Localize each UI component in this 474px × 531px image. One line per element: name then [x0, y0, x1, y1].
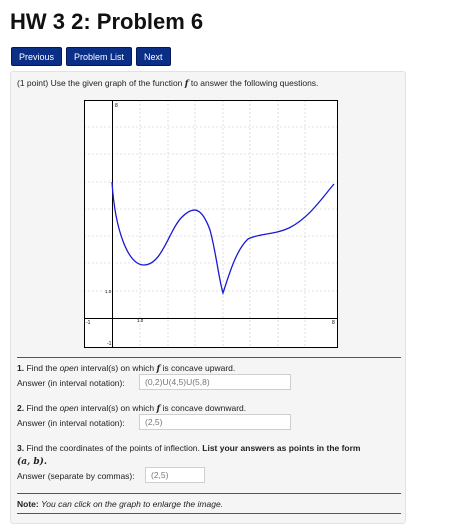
question-2-number: 2. [17, 403, 25, 413]
y-mid-tick-label: 1.0 [105, 289, 112, 294]
note: Note: You can click on the graph to enla… [17, 499, 223, 509]
page-title: HW 3 2: Problem 6 [10, 9, 204, 34]
question-2-text-middle: interval(s) on which [80, 403, 155, 413]
x-mid-tick-label: 1.0 [137, 318, 144, 323]
answer-1-input[interactable]: (0,2)U(4,5)U(5,8) [139, 374, 291, 390]
question-1-emph: open [59, 363, 79, 373]
intro-text-before: Use the given graph of the function [50, 78, 183, 88]
graph-grid [84, 100, 338, 348]
question-3-text-plain: Find the coordinates of the points of in… [26, 443, 200, 453]
question-3-text-bold: List your answers as points in the form [202, 443, 361, 453]
answer-3-input[interactable]: (2,5) [145, 467, 205, 483]
answer-2-label: Answer (in interval notation): [17, 418, 125, 428]
question-2-text-after: is concave downward. [162, 403, 247, 413]
problem-list-button[interactable]: Problem List [66, 47, 133, 66]
graph-border [84, 100, 338, 348]
answer-2-input[interactable]: (2,5) [139, 414, 291, 430]
question-1-text-before: Find the [26, 363, 58, 373]
intro-text-after: to answer the following questions. [190, 78, 319, 88]
question-2: 2. Find the open interval(s) on which f … [17, 403, 246, 414]
question-3-number: 3. [17, 443, 25, 453]
answer-1-label: Answer (in interval notation): [17, 378, 125, 388]
question-3-math: (a, b). [17, 457, 48, 467]
question-2-text-before: Find the [26, 403, 58, 413]
question-1-number: 1. [17, 363, 25, 373]
note-text: You can click on the graph to enlarge th… [41, 499, 224, 509]
y-bottom-tick-label: -1 [107, 341, 112, 347]
problem-nav: Previous Problem List Next [11, 47, 171, 66]
question-1: 1. Find the open interval(s) on which f … [17, 363, 235, 374]
question-3-math-line: (a, b). [17, 456, 47, 467]
problem-intro: (1 point) Use the given graph of the fun… [17, 78, 318, 89]
question-2-emph: open [59, 403, 79, 413]
problem-panel: (1 point) Use the given graph of the fun… [10, 71, 406, 524]
x-left-tick-label: -1 [86, 320, 91, 326]
function-graph[interactable]: 8 1.0 1.0 -1 8 -1 [84, 100, 338, 348]
function-graph-svg[interactable]: 8 1.0 1.0 -1 8 -1 [84, 100, 338, 348]
x-right-tick-label: 8 [332, 320, 335, 326]
note-label: Note: [17, 499, 39, 509]
y-top-tick-label: 8 [115, 103, 118, 109]
problem-points: (1 point) [17, 78, 49, 88]
question-1-fvar: f [156, 364, 161, 374]
divider-bottom [17, 493, 401, 494]
answer-3-label: Answer (separate by commas): [17, 471, 135, 481]
divider-note [17, 513, 401, 514]
divider-top [17, 357, 401, 358]
question-3: 3. Find the coordinates of the points of… [17, 443, 361, 453]
next-button[interactable]: Next [136, 47, 171, 66]
previous-button[interactable]: Previous [11, 47, 63, 66]
question-2-fvar: f [156, 404, 161, 414]
question-1-text-after: is concave upward. [162, 363, 236, 373]
question-1-text-middle: interval(s) on which [80, 363, 155, 373]
function-name: f [184, 79, 189, 89]
